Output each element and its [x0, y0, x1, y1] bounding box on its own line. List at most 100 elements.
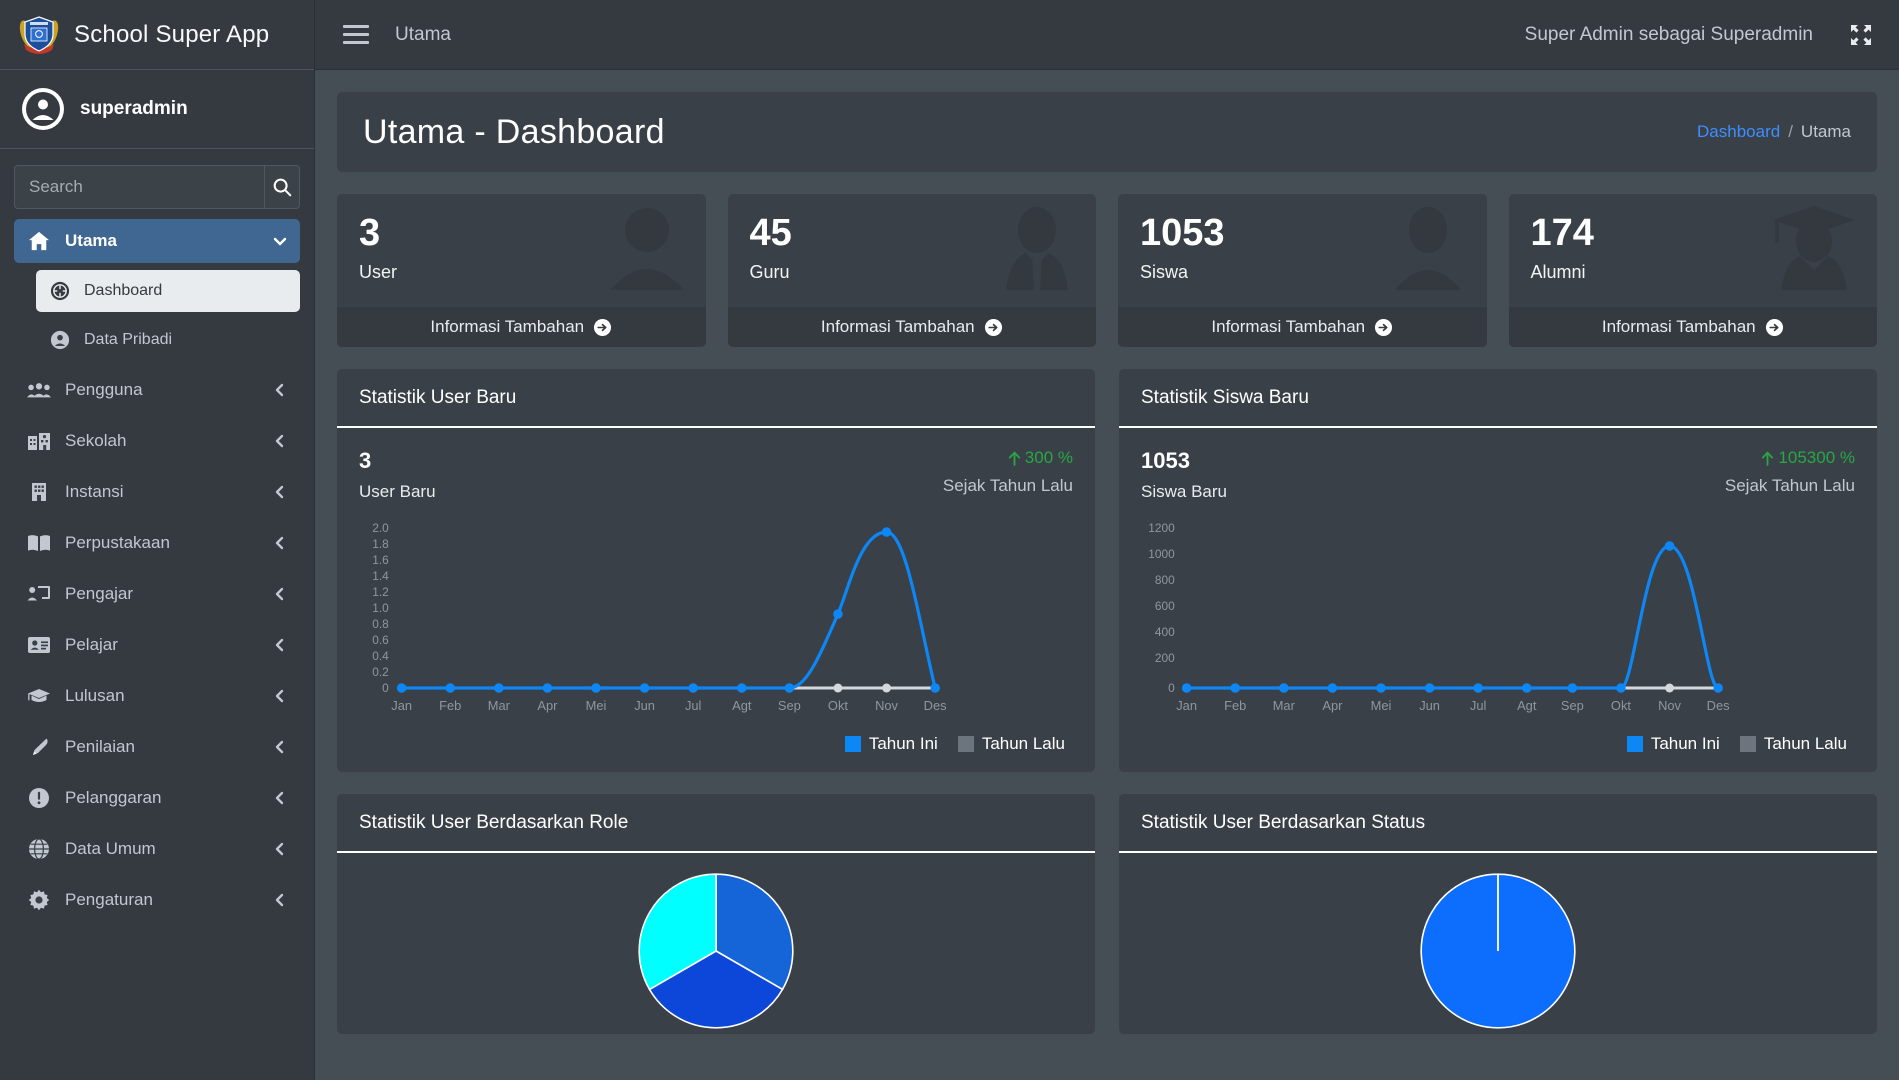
- chart-summary: 1053 Siswa Baru 105300 % Se: [1141, 448, 1855, 502]
- dashboard-icon: [49, 281, 71, 301]
- svg-text:Okt: Okt: [828, 698, 848, 713]
- student-silhouette-icon: [1387, 204, 1469, 292]
- since-label: Sejak Tahun Lalu: [943, 476, 1073, 496]
- legend-item-tahun-ini[interactable]: Tahun Ini: [845, 734, 938, 754]
- sidebar-item-instansi[interactable]: Instansi: [14, 470, 300, 514]
- svg-text:600: 600: [1155, 599, 1175, 613]
- user-panel[interactable]: superadmin: [0, 70, 314, 149]
- sidebar-item-penilaian[interactable]: Penilaian: [14, 725, 300, 769]
- svg-text:Jul: Jul: [685, 698, 702, 713]
- card-title: Statistik User Berdasarkan Role: [337, 794, 1095, 853]
- svg-text:2.0: 2.0: [372, 521, 389, 535]
- svg-text:Mar: Mar: [1273, 698, 1296, 713]
- svg-text:200: 200: [1155, 651, 1175, 665]
- sidebar-search: [14, 165, 300, 209]
- legend-item-tahun-lalu[interactable]: Tahun Lalu: [1740, 734, 1847, 754]
- topbar-right: Super Admin sebagai Superadmin: [1525, 23, 1873, 47]
- stat-action-label: Informasi Tambahan: [1211, 317, 1365, 337]
- sidebar-item-pengguna[interactable]: Pengguna: [14, 368, 300, 412]
- sidebar-item-pengaturan[interactable]: Pengaturan: [14, 878, 300, 922]
- svg-text:Nov: Nov: [1658, 698, 1681, 713]
- sidebar-item-pelajar[interactable]: Pelajar: [14, 623, 300, 667]
- svg-text:1.6: 1.6: [372, 553, 389, 567]
- svg-text:Mar: Mar: [488, 698, 511, 713]
- sidebar-item-perpustakaan[interactable]: Perpustakaan: [14, 521, 300, 565]
- svg-text:Mei: Mei: [586, 698, 607, 713]
- sidebar-item-label: Pengguna: [65, 380, 259, 400]
- sidebar-subitem-label: Dashboard: [84, 282, 162, 300]
- sidebar-subitem-dashboard[interactable]: Dashboard: [36, 270, 300, 312]
- legend-swatch-last-year: [1740, 736, 1756, 752]
- search-input[interactable]: [14, 165, 264, 209]
- stat-action-label: Informasi Tambahan: [430, 317, 584, 337]
- legend-item-tahun-ini[interactable]: Tahun Ini: [1627, 734, 1720, 754]
- legend-item-tahun-lalu[interactable]: Tahun Lalu: [958, 734, 1065, 754]
- school-icon: [27, 430, 51, 452]
- person-icon: [49, 330, 71, 350]
- legend-swatch-this-year: [1627, 736, 1643, 752]
- sidebar-item-label: Penilaian: [65, 737, 259, 757]
- user-silhouette-icon: [606, 204, 688, 292]
- sidebar-item-label: Utama: [65, 231, 259, 251]
- pie-chart-role: [591, 871, 841, 1031]
- search-button[interactable]: [264, 165, 300, 209]
- sidebar-subitem-data-pribadi[interactable]: Data Pribadi: [36, 319, 300, 361]
- svg-text:Apr: Apr: [1322, 698, 1343, 713]
- arrow-up-icon: [1008, 451, 1021, 466]
- topbar-home-link[interactable]: Utama: [395, 24, 451, 46]
- chevron-left-icon: [273, 536, 287, 550]
- stat-card-action[interactable]: Informasi Tambahan: [1509, 307, 1878, 347]
- card-body: 1053 Siswa Baru 105300 % Se: [1119, 428, 1877, 772]
- svg-text:Feb: Feb: [439, 698, 461, 713]
- stat-card-action[interactable]: Informasi Tambahan: [728, 307, 1097, 347]
- pie-body: [1119, 853, 1877, 1031]
- stat-cards-row: 3 User Informasi Tambahan: [337, 194, 1877, 347]
- svg-text:0.4: 0.4: [372, 649, 389, 663]
- card-title: Statistik Siswa Baru: [1119, 369, 1877, 428]
- hamburger-icon[interactable]: [343, 22, 369, 48]
- line-chart-user-baru: 2.0 1.8 1.6 1.4 1.2 1.0 0.8 0.6 0.4 0.2: [359, 518, 1073, 718]
- id-card-icon: [27, 634, 51, 656]
- pen-icon: [27, 736, 51, 758]
- arrow-circle-right-icon: [1765, 318, 1784, 337]
- sidebar-item-lulusan[interactable]: Lulusan: [14, 674, 300, 718]
- sidebar-item-label: Pengajar: [65, 584, 259, 604]
- svg-text:Agt: Agt: [1517, 698, 1537, 713]
- chevron-left-icon: [273, 638, 287, 652]
- stat-card-action[interactable]: Informasi Tambahan: [337, 307, 706, 347]
- svg-text:0.2: 0.2: [372, 665, 389, 679]
- chevron-left-icon: [273, 485, 287, 499]
- breadcrumb-separator: /: [1788, 122, 1793, 142]
- sidebar-item-pengajar[interactable]: Pengajar: [14, 572, 300, 616]
- shield-crest-logo: [18, 14, 60, 56]
- topbar-user-label[interactable]: Super Admin sebagai Superadmin: [1525, 24, 1813, 46]
- svg-text:Okt: Okt: [1611, 698, 1631, 713]
- legend-label: Tahun Ini: [869, 734, 938, 754]
- svg-text:1.8: 1.8: [372, 537, 389, 551]
- svg-text:0.6: 0.6: [372, 633, 389, 647]
- breadcrumb-dashboard-link[interactable]: Dashboard: [1697, 122, 1780, 142]
- percent-value: 300 %: [1025, 448, 1073, 468]
- brand-header[interactable]: School Super App: [0, 0, 314, 70]
- card-title: Statistik User Berdasarkan Status: [1119, 794, 1877, 853]
- sidebar-item-utama[interactable]: Utama: [14, 219, 300, 263]
- breadcrumb-current: Utama: [1801, 122, 1851, 142]
- globe-icon: [27, 838, 51, 860]
- search-icon: [271, 176, 293, 198]
- chevron-left-icon: [273, 842, 287, 856]
- sidebar-item-sekolah[interactable]: Sekolah: [14, 419, 300, 463]
- chevron-left-icon: [273, 740, 287, 754]
- stat-card-guru: 45 Guru Informasi Tambahan: [728, 194, 1097, 347]
- sidebar-item-pelanggaran[interactable]: Pelanggaran: [14, 776, 300, 820]
- user-name: superadmin: [80, 98, 188, 120]
- svg-text:Sep: Sep: [1561, 698, 1584, 713]
- expand-icon[interactable]: [1849, 23, 1873, 47]
- stat-card-siswa: 1053 Siswa Informasi Tambahan: [1118, 194, 1487, 347]
- summary-label: User Baru: [359, 482, 436, 502]
- svg-text:Des: Des: [924, 698, 947, 713]
- svg-text:Jun: Jun: [634, 698, 655, 713]
- content-scroll: Utama - Dashboard Dashboard / Utama 3 Us…: [315, 70, 1899, 1080]
- svg-text:1.2: 1.2: [372, 585, 389, 599]
- sidebar-item-data-umum[interactable]: Data Umum: [14, 827, 300, 871]
- stat-card-action[interactable]: Informasi Tambahan: [1118, 307, 1487, 347]
